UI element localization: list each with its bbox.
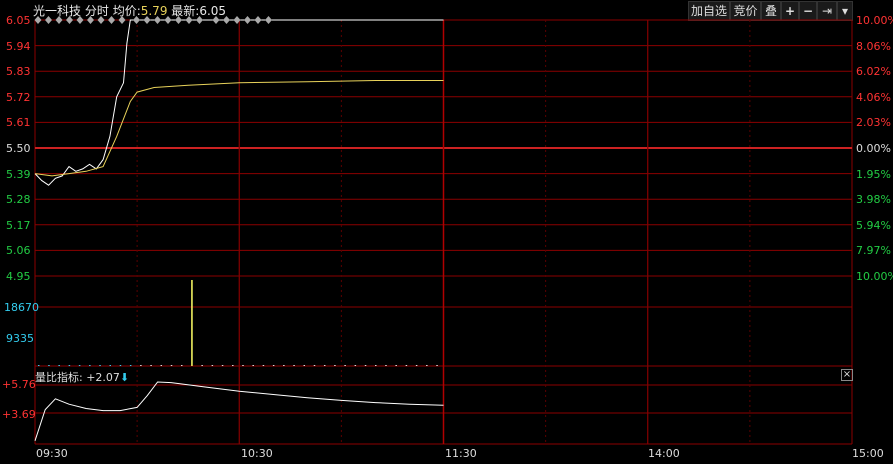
volume-bar — [242, 365, 244, 366]
volume-bar — [38, 365, 40, 366]
volume-bar — [323, 365, 326, 366]
percent-tick-label: 4.06% — [856, 90, 891, 104]
volume-bar — [89, 365, 91, 366]
volume-bar — [252, 365, 254, 366]
indicator-axis-mid: +3.69 — [2, 408, 36, 421]
intraday-chart[interactable] — [0, 0, 893, 464]
volume-bar — [303, 365, 306, 366]
volume-bar — [364, 365, 367, 366]
volume-bar — [272, 365, 275, 366]
volume-bar — [48, 365, 50, 366]
price-tick-label: 5.50 — [6, 142, 31, 155]
volume-bar — [334, 365, 336, 366]
indicator-label: 量比指标: +2.07⬇ — [35, 369, 129, 385]
limit-up-marker — [87, 16, 94, 24]
limit-up-marker — [154, 16, 161, 24]
volume-bar — [211, 365, 214, 366]
volume-bar — [140, 365, 142, 366]
price-tick-label: 5.83 — [6, 65, 31, 79]
volume-bar — [344, 365, 346, 366]
volume-bar — [232, 365, 234, 366]
volume-bar — [201, 365, 203, 366]
time-label-0930: 09:30 — [36, 447, 68, 460]
volume-bar — [293, 365, 295, 366]
price-tick-label: 5.28 — [6, 193, 31, 207]
price-tick-label: 5.06 — [6, 244, 31, 258]
indicator-axis-max: +5.76 — [2, 378, 36, 391]
volume-bar — [68, 365, 71, 366]
volume-bar — [354, 365, 357, 366]
close-indicator-button[interactable]: × — [841, 369, 853, 381]
down-arrow-icon: ⬇ — [119, 371, 130, 384]
percent-tick-label: 8.06% — [856, 39, 891, 53]
price-tick-label: 6.05 — [6, 14, 31, 27]
limit-up-marker — [76, 16, 84, 24]
time-label-1400: 14:00 — [648, 447, 680, 460]
volume-axis-mid: 9335 — [6, 332, 34, 345]
volume-bar — [221, 365, 224, 366]
volume-bar — [283, 365, 285, 366]
volume-bar — [78, 365, 81, 366]
limit-up-marker — [223, 16, 230, 24]
volume-bar — [385, 365, 387, 366]
limit-up-marker — [196, 16, 203, 24]
volume-bar — [119, 365, 122, 366]
volume-bar — [436, 365, 438, 366]
limit-up-marker — [244, 16, 251, 24]
limit-up-marker — [118, 16, 126, 24]
limit-up-marker — [254, 16, 262, 24]
volume-bar — [375, 365, 377, 366]
limit-up-marker — [164, 16, 172, 24]
percent-tick-label: 10.00% — [856, 14, 893, 27]
volume-bar — [415, 365, 418, 366]
volume-bar — [395, 365, 397, 366]
percent-tick-label: 7.97% — [856, 244, 891, 258]
limit-up-marker — [97, 16, 105, 24]
volume-bar — [313, 365, 316, 366]
volume-axis-max: 18670 — [4, 301, 39, 314]
limit-up-marker — [108, 16, 115, 24]
limit-up-marker — [175, 16, 182, 24]
price-tick-label: 4.95 — [6, 270, 31, 283]
volume-bar — [129, 365, 132, 366]
limit-up-marker — [55, 16, 63, 24]
volume-bar — [150, 365, 152, 366]
volume-bar — [170, 365, 173, 366]
percent-tick-label: 5.94% — [856, 218, 891, 232]
price-tick-label: 5.94 — [6, 39, 31, 53]
percent-tick-label: 1.95% — [856, 167, 891, 181]
volume-bar — [99, 365, 101, 366]
volume-bar — [426, 365, 428, 366]
time-label-1130: 11:30 — [445, 447, 477, 460]
price-tick-label: 5.61 — [6, 116, 31, 130]
volume-bar — [180, 365, 183, 366]
volume-bar — [405, 365, 408, 366]
volume-bar — [262, 365, 265, 366]
price-tick-label: 5.39 — [6, 167, 31, 181]
percent-tick-label: 6.02% — [856, 65, 891, 79]
percent-tick-label: 10.00% — [856, 270, 893, 283]
percent-tick-label: 0.00% — [856, 142, 891, 155]
volume-bar — [58, 365, 60, 366]
limit-up-marker — [212, 16, 220, 24]
limit-up-marker — [45, 16, 52, 24]
limit-up-marker — [143, 16, 151, 24]
price-tick-label: 5.17 — [6, 218, 31, 232]
time-label-1030: 10:30 — [241, 447, 273, 460]
percent-tick-label: 3.98% — [856, 193, 891, 207]
limit-up-marker — [66, 16, 73, 24]
volume-bar — [191, 280, 193, 366]
indicator-label-text: 量比指标: +2.07 — [35, 371, 120, 384]
limit-up-marker — [185, 16, 193, 24]
time-label-1500: 15:00 — [852, 447, 884, 460]
volume-bar — [109, 365, 111, 366]
percent-tick-label: 2.03% — [856, 116, 891, 130]
price-tick-label: 5.72 — [6, 90, 31, 104]
limit-up-marker — [133, 16, 140, 24]
limit-up-marker — [34, 16, 42, 24]
limit-up-marker — [265, 16, 272, 24]
volume-bar — [160, 365, 163, 366]
